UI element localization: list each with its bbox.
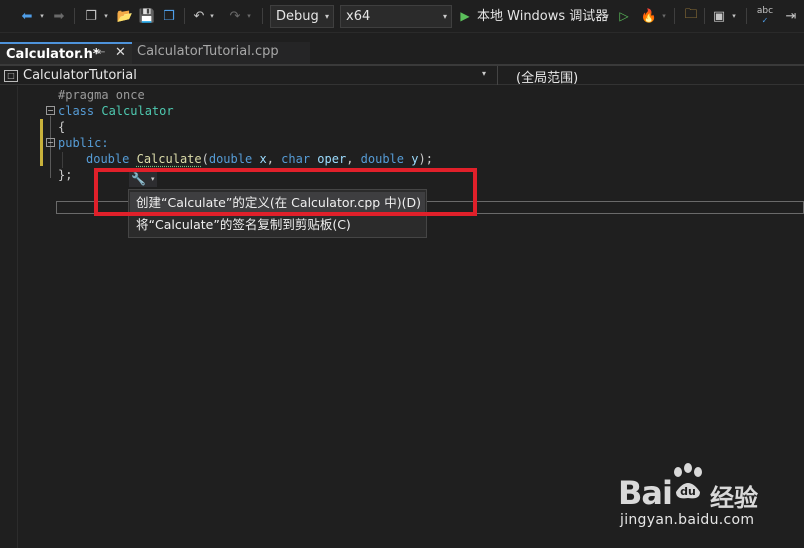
platform-value: x64	[346, 9, 371, 24]
collapse-icon[interactable]: −	[46, 106, 55, 115]
tab-calculator-h[interactable]: Calculator.h* ⇤ ✕	[0, 42, 132, 64]
hot-reload-dropdown-icon[interactable]: ▾	[660, 6, 668, 26]
watermark-brand-cn: 经验	[710, 484, 758, 512]
code-line-3: {	[58, 120, 66, 134]
collapse-icon[interactable]: −	[46, 138, 55, 147]
platform-select[interactable]: x64 ▾	[340, 5, 452, 28]
project-dropdown[interactable]: □ CalculatorTutorial	[4, 67, 494, 84]
code-line-1: #pragma once	[58, 88, 145, 102]
scope-dropdown[interactable]: (全局范围)	[516, 67, 578, 86]
change-marker	[40, 119, 43, 166]
watermark: Baidu du 经验 jingyan.baidu.com	[612, 460, 792, 530]
tab-label: Calculator.h*	[6, 46, 100, 62]
redo-dropdown-icon[interactable]: ▾	[245, 6, 253, 26]
watermark-url: jingyan.baidu.com	[620, 512, 755, 528]
pin-icon[interactable]: ⇤	[97, 47, 105, 58]
chevron-down-icon: ▾	[442, 12, 447, 21]
customize-toolbar-icon[interactable]: ⇥	[782, 6, 800, 26]
code-line-2: class Calculator	[58, 104, 174, 118]
layout-dropdown-icon[interactable]: ▾	[730, 6, 738, 26]
solution-explorer-icon[interactable]: 🗀	[682, 6, 700, 26]
code-line-6: };	[58, 168, 73, 182]
undo-icon[interactable]: ↶	[190, 6, 208, 26]
svg-text:du: du	[680, 485, 696, 498]
chevron-down-icon: ▾	[324, 12, 329, 21]
forward-icon[interactable]: ➡	[50, 6, 68, 26]
configuration-select[interactable]: Debug ▾	[270, 5, 334, 28]
tab-label: CalculatorTutorial.cpp	[137, 44, 279, 59]
new-project-icon[interactable]: ❐	[82, 6, 100, 26]
play-icon[interactable]: ▶	[458, 6, 472, 26]
window-layout-icon[interactable]: ▣	[710, 6, 728, 26]
run-dropdown-icon[interactable]: ▾	[603, 6, 611, 26]
navigation-bar: □ CalculatorTutorial ▾ (全局范围)	[0, 66, 804, 86]
document-tabs: Calculator.h* ⇤ ✕ CalculatorTutorial.cpp	[0, 42, 804, 64]
back-dropdown-icon[interactable]: ▾	[38, 6, 46, 26]
hot-reload-icon[interactable]: 🔥	[640, 6, 658, 26]
save-icon[interactable]: 💾	[138, 6, 156, 26]
undo-dropdown-icon[interactable]: ▾	[208, 6, 216, 26]
code-line-4: public:	[58, 136, 109, 150]
highlight-annotation	[94, 168, 477, 216]
spell-check-icon[interactable]: abc ✓	[754, 6, 776, 26]
main-toolbar: ⬅ ▾ ➡ ❐ ▾ 📂 💾 ❒ ↶ ▾ ↷ ▾ Debug ▾ x64 ▾ ▶ …	[0, 0, 804, 33]
start-debugging-button[interactable]: 本地 Windows 调试器	[477, 5, 608, 28]
redo-icon[interactable]: ↷	[226, 6, 244, 26]
start-without-debugging-icon[interactable]: ▷	[617, 6, 631, 26]
project-name: CalculatorTutorial	[23, 68, 137, 83]
project-icon: □	[4, 69, 18, 82]
open-folder-icon[interactable]: 📂	[116, 6, 134, 26]
back-icon[interactable]: ⬅	[18, 6, 36, 26]
new-dropdown-icon[interactable]: ▾	[102, 6, 110, 26]
close-icon[interactable]: ✕	[115, 45, 126, 60]
chevron-down-icon[interactable]: ▾	[482, 69, 486, 78]
menu-item-copy-signature[interactable]: 将“Calculate”的签名复制到剪贴板(C)	[130, 214, 425, 236]
code-line-5: double Calculate(double x, char oper, do…	[86, 152, 433, 166]
spell-check-label: abc	[756, 6, 774, 16]
tab-calculatortutorial-cpp[interactable]: CalculatorTutorial.cpp	[132, 42, 310, 64]
save-all-icon[interactable]: ❒	[160, 6, 178, 26]
paw-icon: du	[674, 463, 702, 499]
configuration-value: Debug	[276, 9, 319, 24]
